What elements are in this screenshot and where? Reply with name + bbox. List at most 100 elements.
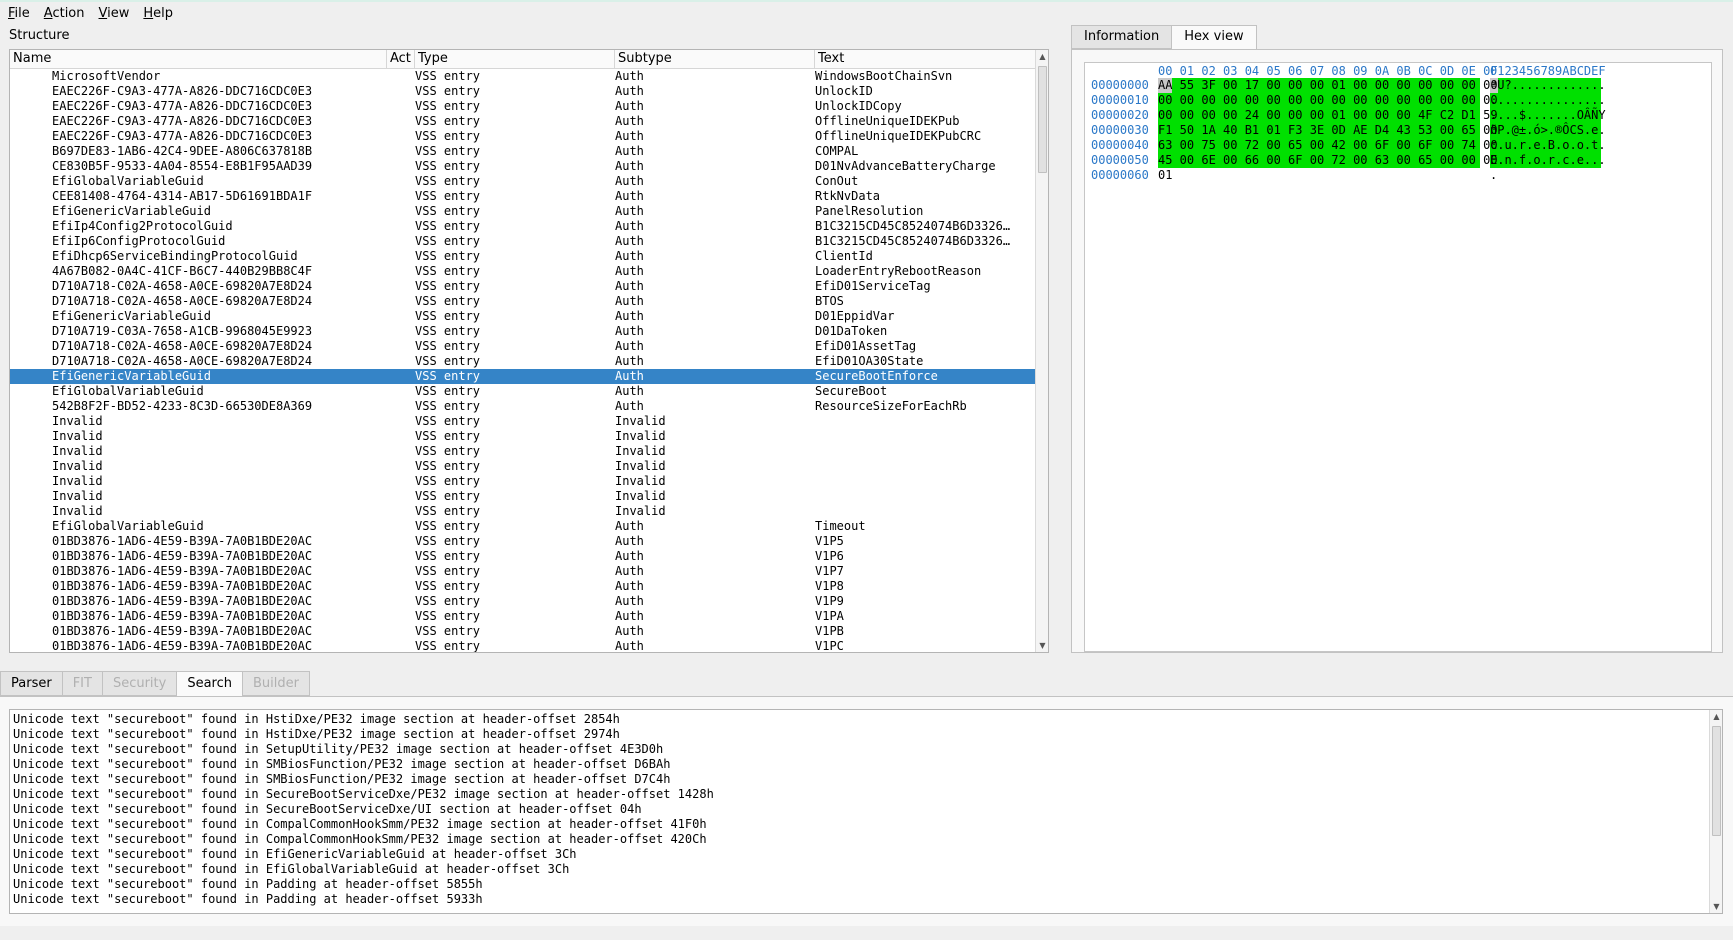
tree-row[interactable]: EfiGenericVariableGuid VSS entry Auth Secur… — [10, 369, 1035, 384]
menu-help[interactable]: Help — [138, 6, 178, 21]
tree-row[interactable]: EAEC226F-C9A3-477A-A826-DDC716CDC0E3 VSS … — [10, 84, 1035, 99]
tree-row[interactable]: EfiIp6ConfigProtocolGuid VSS entry Auth B1C… — [10, 234, 1035, 249]
tree-row[interactable]: EAEC226F-C9A3-477A-A826-DDC716CDC0E3 VSS … — [10, 129, 1035, 144]
menu-bar: File Action View Help — [0, 0, 1733, 24]
tree-row[interactable]: B697DE83-1AB6-42C4-9DEE-A806C637818B VSS … — [10, 144, 1035, 159]
tree-cell-text: D01NvAdvanceBatteryCharge — [815, 159, 996, 173]
tree-row[interactable]: CE830B5F-9533-4A04-8554-E8B1F95AAD39 VSS … — [10, 159, 1035, 174]
tree-row[interactable]: 01BD3876-1AD6-4E59-B39A-7A0B1BDE20AC VSS … — [10, 639, 1035, 653]
tree-row[interactable]: 01BD3876-1AD6-4E59-B39A-7A0B1BDE20AC VSS … — [10, 609, 1035, 624]
message-line[interactable]: Unicode text "secureboot" found in SMBio… — [13, 757, 670, 772]
tree-row[interactable]: D710A718-C02A-4658-A0CE-69820A7E8D24 VSS … — [10, 354, 1035, 369]
tree-row[interactable]: EfiGlobalVariableGuid VSS entry Auth Timeou… — [10, 519, 1035, 534]
tree-row[interactable]: D710A718-C02A-4658-A0CE-69820A7E8D24 VSS … — [10, 294, 1035, 309]
tree-row[interactable]: Invalid VSS entry Invalid — [10, 444, 1035, 459]
message-line[interactable]: Unicode text "secureboot" found in Paddi… — [13, 892, 483, 907]
column-header-action[interactable]: Act — [387, 50, 415, 69]
tree-row[interactable]: 542B8F2F-BD52-4233-8C3D-66530DE8A369 VSS … — [10, 399, 1035, 414]
scroll-down-arrow-icon[interactable]: ▼ — [1710, 900, 1722, 913]
hex-view[interactable]: 00 01 02 03 04 05 06 07 08 09 0A 0B 0C 0… — [1084, 62, 1712, 652]
tree-cell-name: EfiIp4Config2ProtocolGuid — [52, 219, 233, 233]
hex-row: 00000040 63 00 75 00 72 00 65 00 42 00 6F… — [1085, 138, 1705, 153]
tree-cell-text — [815, 444, 1035, 459]
tree-row[interactable]: MicrosoftVendor VSS entry Auth WindowsBootC… — [10, 69, 1035, 84]
menu-file[interactable]: File — [3, 6, 35, 21]
tree-row[interactable]: D710A718-C02A-4658-A0CE-69820A7E8D24 VSS … — [10, 339, 1035, 354]
message-line[interactable]: Unicode text "secureboot" found in Compa… — [13, 817, 707, 832]
messages-list[interactable]: Unicode text "secureboot" found in HstiD… — [9, 709, 1723, 914]
message-line[interactable]: Unicode text "secureboot" found in Paddi… — [13, 877, 483, 892]
tree-row[interactable]: 01BD3876-1AD6-4E59-B39A-7A0B1BDE20AC VSS … — [10, 594, 1035, 609]
tree-row[interactable]: Invalid VSS entry Invalid — [10, 459, 1035, 474]
tab-hex-view[interactable]: Hex view — [1171, 25, 1257, 50]
column-header-type[interactable]: Type — [415, 50, 615, 69]
menu-action[interactable]: Action — [39, 6, 90, 21]
message-line[interactable]: Unicode text "secureboot" found in Secur… — [13, 787, 714, 802]
tree-row[interactable]: EAEC226F-C9A3-477A-A826-DDC716CDC0E3 VSS … — [10, 114, 1035, 129]
tree-row[interactable]: Invalid VSS entry Invalid — [10, 429, 1035, 444]
message-line[interactable]: Unicode text "secureboot" found in Compa… — [13, 832, 707, 847]
tree-row[interactable]: EfiGlobalVariableGuid VSS entry Auth Secure… — [10, 384, 1035, 399]
tree-row[interactable]: EfiGenericVariableGuid VSS entry Auth D01Ep… — [10, 309, 1035, 324]
tree-cell-subtype: Auth — [615, 174, 644, 188]
hex-column-header: 00 01 02 03 04 05 06 07 08 09 0A 0B 0C 0… — [1158, 64, 1498, 78]
message-line[interactable]: Unicode text "secureboot" found in HstiD… — [13, 712, 620, 727]
tree-row[interactable]: Invalid VSS entry Invalid — [10, 489, 1035, 504]
tree-cell-type: VSS entry — [415, 594, 481, 608]
column-header-subtype[interactable]: Subtype — [615, 50, 815, 69]
message-line[interactable]: Unicode text "secureboot" found in Setup… — [13, 742, 663, 757]
tree-row[interactable]: Invalid VSS entry Invalid — [10, 474, 1035, 489]
tree-row[interactable]: 01BD3876-1AD6-4E59-B39A-7A0B1BDE20AC VSS … — [10, 624, 1035, 639]
menu-label-rest: ction — [52, 5, 85, 21]
tree-row[interactable]: 01BD3876-1AD6-4E59-B39A-7A0B1BDE20AC VSS … — [10, 579, 1035, 594]
hex-bytes: 00 00 00 00 24 00 00 00 01 00 00 00 4F C… — [1158, 108, 1498, 122]
tree-cell-subtype: Auth — [615, 84, 644, 98]
messages-vertical-scrollbar[interactable]: ▲ ▼ — [1709, 710, 1722, 913]
tree-cell-type: VSS entry — [415, 414, 481, 428]
tree-cell-text: OfflineUniqueIDEKPub — [815, 114, 960, 128]
column-header-text[interactable]: Text — [815, 50, 1035, 69]
tree-row[interactable]: EAEC226F-C9A3-477A-A826-DDC716CDC0E3 VSS … — [10, 99, 1035, 114]
tab-parser[interactable]: Parser — [0, 671, 63, 696]
tree-row[interactable]: 4A67B082-0A4C-41CF-B6C7-440B29BB8C4F VSS … — [10, 264, 1035, 279]
scrollbar-thumb[interactable] — [1038, 66, 1047, 173]
tree-row[interactable]: EfiIp4Config2ProtocolGuid VSS entry Auth B1… — [10, 219, 1035, 234]
tree-cell-text: V1PC — [815, 639, 844, 653]
menu-view[interactable]: View — [94, 6, 135, 21]
tree-cell-type: VSS entry — [415, 399, 481, 413]
tree-row[interactable]: D710A719-C03A-7658-A1CB-9968045E9923 VSS … — [10, 324, 1035, 339]
scroll-up-arrow-icon[interactable]: ▲ — [1710, 710, 1722, 723]
tree-cell-type: VSS entry — [415, 159, 481, 173]
tree-row[interactable]: Invalid VSS entry Invalid — [10, 504, 1035, 519]
tree-row[interactable]: CEE81408-4764-4314-AB17-5D61691BDA1F VSS … — [10, 189, 1035, 204]
tab-information[interactable]: Information — [1071, 25, 1173, 49]
tab-search[interactable]: Search — [176, 671, 244, 697]
tree-row[interactable]: Invalid VSS entry Invalid — [10, 414, 1035, 429]
tree-row[interactable]: 01BD3876-1AD6-4E59-B39A-7A0B1BDE20AC VSS … — [10, 549, 1035, 564]
tree-cell-text: ConOut — [815, 174, 859, 188]
tree-row[interactable]: 01BD3876-1AD6-4E59-B39A-7A0B1BDE20AC VSS … — [10, 534, 1035, 549]
scroll-down-arrow-icon[interactable]: ▼ — [1036, 639, 1048, 652]
tree-cell-text: EfiD01ServiceTag — [815, 279, 931, 293]
hex-bytes: 01 — [1158, 168, 1173, 182]
tree-row[interactable]: EfiGlobalVariableGuid VSS entry Auth ConOut — [10, 174, 1035, 189]
bottom-tab-bar: Parser FIT Security Search Builder — [0, 671, 310, 697]
message-line[interactable]: Unicode text "secureboot" found in HstiD… — [13, 727, 620, 742]
tree-cell-name: 542B8F2F-BD52-4233-8C3D-66530DE8A369 — [52, 399, 313, 413]
tree-row[interactable]: EfiGenericVariableGuid VSS entry Auth Panel… — [10, 204, 1035, 219]
scrollbar-thumb[interactable] — [1712, 726, 1721, 836]
structure-tree[interactable]: Name Act Type Subtype Text MicrosoftVend… — [9, 49, 1049, 653]
hex-bytes: 63 00 75 00 72 00 65 00 42 00 6F 00 6F 0… — [1158, 138, 1498, 152]
tree-row[interactable]: EfiDhcp6ServiceBindingProtocolGuid VSS en… — [10, 249, 1035, 264]
tree-cell-subtype: Auth — [615, 144, 644, 158]
tree-row[interactable]: D710A718-C02A-4658-A0CE-69820A7E8D24 VSS … — [10, 279, 1035, 294]
message-line[interactable]: Unicode text "secureboot" found in EfiGe… — [13, 847, 577, 862]
message-line[interactable]: Unicode text "secureboot" found in SMBio… — [13, 772, 670, 787]
message-line[interactable]: Unicode text "secureboot" found in EfiGl… — [13, 862, 569, 877]
column-header-name[interactable]: Name — [10, 50, 387, 69]
hex-row: 00000000 AA 55 3F 00 17 00 00 00 01 00 00… — [1085, 78, 1705, 93]
scroll-up-arrow-icon[interactable]: ▲ — [1036, 50, 1048, 63]
tree-row[interactable]: 01BD3876-1AD6-4E59-B39A-7A0B1BDE20AC VSS … — [10, 564, 1035, 579]
message-line[interactable]: Unicode text "secureboot" found in Secur… — [13, 802, 642, 817]
tree-vertical-scrollbar[interactable]: ▲ ▼ — [1035, 50, 1048, 652]
